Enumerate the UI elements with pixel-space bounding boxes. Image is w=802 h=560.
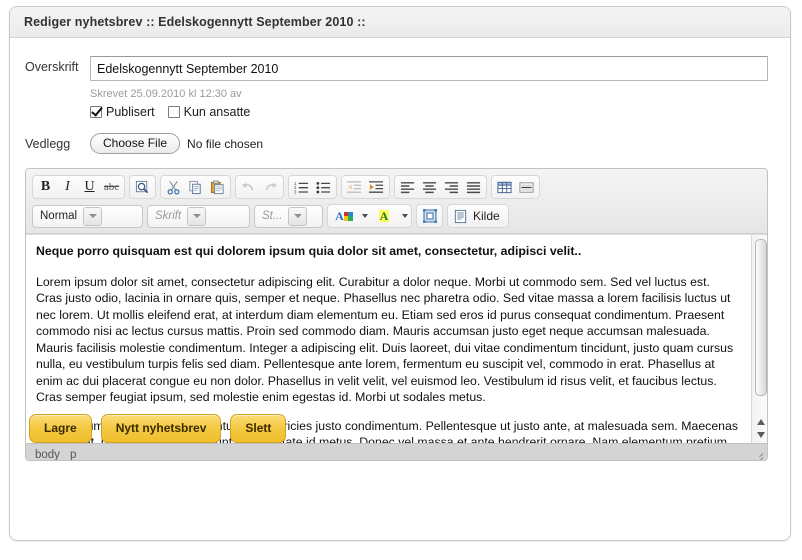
toolbar-group-preview — [129, 175, 156, 199]
edit-newsletter-panel: Rediger nyhetsbrev :: Edelskogennytt Sep… — [9, 6, 791, 541]
strikethrough-icon[interactable]: abc — [101, 177, 122, 197]
toolbar-group-lists: 1 2 3 — [288, 175, 337, 199]
background-color-icon[interactable]: A — [370, 206, 398, 226]
undo-icon[interactable] — [238, 177, 259, 197]
indent-icon[interactable] — [366, 177, 387, 197]
attachment-row: Vedlegg Choose File No file chosen — [10, 133, 790, 154]
redo-icon[interactable] — [260, 177, 281, 197]
bg-color-letter: A — [378, 209, 390, 223]
attachment-field-col: Choose File No file chosen — [90, 133, 790, 154]
preview-icon[interactable] — [132, 177, 153, 197]
format-select-label: Normal — [40, 210, 78, 222]
chevron-down-icon[interactable] — [288, 206, 308, 226]
color-swatches — [343, 211, 353, 221]
align-right-icon[interactable] — [441, 177, 462, 197]
toolbar-row-1: B I U abc 1 2 3 — [30, 174, 763, 200]
toolbar-row-2: Normal Skrift St... A A Kilde — [30, 203, 763, 229]
toolbar-group-insert — [491, 175, 540, 199]
font-select-label: Skrift — [155, 210, 182, 222]
staff-only-checkbox-wrap[interactable]: Kun ansatte — [167, 105, 251, 119]
action-button-row: Lagre Nytt nyhetsbrev Slett — [29, 414, 287, 443]
published-checkbox-wrap[interactable]: Publisert — [90, 105, 155, 119]
scrollbar-thumb[interactable] — [755, 239, 767, 396]
editor-statusbar: body p — [26, 443, 767, 460]
page-title: Rediger nyhetsbrev :: Edelskogennytt Sep… — [24, 15, 366, 29]
format-select[interactable]: Normal — [32, 204, 143, 228]
file-input[interactable]: Choose File No file chosen — [90, 133, 768, 154]
toolbar-group-align — [394, 175, 487, 199]
source-button-label: Kilde — [473, 209, 500, 223]
cut-icon[interactable] — [163, 177, 184, 197]
toolbar-group-clipboard — [160, 175, 231, 199]
size-select[interactable]: St... — [254, 204, 323, 228]
underline-icon[interactable]: U — [79, 177, 100, 197]
staff-only-checkbox[interactable] — [167, 106, 180, 118]
element-path-body[interactable]: body — [35, 449, 60, 460]
editor-content-area[interactable]: Neque porro quisquam est qui dolorem ips… — [26, 234, 767, 443]
title-row: Overskrift Skrevet 25.09.2010 kl 12:30 a… — [10, 56, 790, 119]
copy-icon[interactable] — [185, 177, 206, 197]
horizontal-rule-icon[interactable] — [516, 177, 537, 197]
numbered-list-icon[interactable]: 1 2 3 — [291, 177, 312, 197]
italic-icon[interactable]: I — [57, 177, 78, 197]
align-center-icon[interactable] — [419, 177, 440, 197]
text-color-dropdown-icon[interactable] — [359, 206, 369, 226]
scroll-up-arrow-icon[interactable] — [755, 416, 766, 427]
staff-only-label: Kun ansatte — [183, 105, 251, 119]
bold-icon[interactable]: B — [35, 177, 56, 197]
title-label: Overskrift — [25, 60, 79, 74]
chevron-down-icon[interactable] — [187, 206, 207, 226]
svg-text:3: 3 — [294, 189, 297, 194]
editor-document[interactable]: Neque porro quisquam est qui dolorem ips… — [26, 235, 750, 443]
table-icon[interactable] — [494, 177, 515, 197]
no-file-chosen-text: No file chosen — [187, 136, 264, 151]
align-left-icon[interactable] — [397, 177, 418, 197]
chevron-down-icon[interactable] — [83, 206, 103, 226]
title-field-col: Skrevet 25.09.2010 kl 12:30 av Publisert… — [90, 56, 790, 119]
editor-toolbar: B I U abc 1 2 3 Normal Skrift St... A A … — [26, 169, 767, 234]
new-newsletter-button[interactable]: Nytt nyhetsbrev — [100, 414, 222, 443]
bulleted-list-icon[interactable] — [313, 177, 334, 197]
toolbar-group-maximize — [416, 204, 443, 228]
scroll-down-arrow-icon[interactable] — [755, 429, 766, 440]
editor-paragraph-lead: Neque porro quisquam est qui dolorem ips… — [36, 244, 582, 258]
element-path-p[interactable]: p — [70, 449, 76, 460]
title-input[interactable] — [90, 56, 768, 81]
panel-body: Overskrift Skrevet 25.09.2010 kl 12:30 a… — [10, 56, 790, 461]
maximize-icon[interactable] — [419, 206, 440, 226]
save-button[interactable]: Lagre — [29, 414, 92, 443]
editor-paragraph-1: Lorem ipsum dolor sit amet, consectetur … — [36, 274, 734, 405]
size-select-label: St... — [262, 210, 283, 222]
written-meta: Skrevet 25.09.2010 kl 12:30 av — [90, 88, 242, 100]
source-button[interactable]: Kilde — [447, 204, 509, 228]
attachment-label: Vedlegg — [25, 137, 71, 151]
toolbar-group-indent — [341, 175, 390, 199]
editor-vertical-scrollbar[interactable] — [751, 235, 767, 443]
toolbar-group-history — [235, 175, 284, 199]
text-color-letter: A — [335, 209, 344, 223]
toolbar-group-basic-styles: B I U abc — [32, 175, 125, 199]
published-checkbox[interactable] — [90, 106, 102, 118]
paste-icon[interactable] — [207, 177, 228, 197]
panel-header: Rediger nyhetsbrev :: Edelskogennytt Sep… — [10, 7, 790, 38]
background-color-dropdown-icon[interactable] — [399, 206, 409, 226]
choose-file-button[interactable]: Choose File — [90, 133, 181, 154]
resize-grip-icon[interactable] — [749, 449, 764, 460]
toolbar-group-colors: A A — [327, 204, 412, 228]
font-select[interactable]: Skrift — [147, 204, 250, 228]
text-color-icon[interactable]: A — [330, 206, 358, 226]
justify-icon[interactable] — [463, 177, 484, 197]
published-label: Publisert — [106, 105, 155, 119]
outdent-icon[interactable] — [344, 177, 365, 197]
delete-button[interactable]: Slett — [230, 414, 287, 443]
checkbox-row: Publisert Kun ansatte — [90, 105, 768, 119]
